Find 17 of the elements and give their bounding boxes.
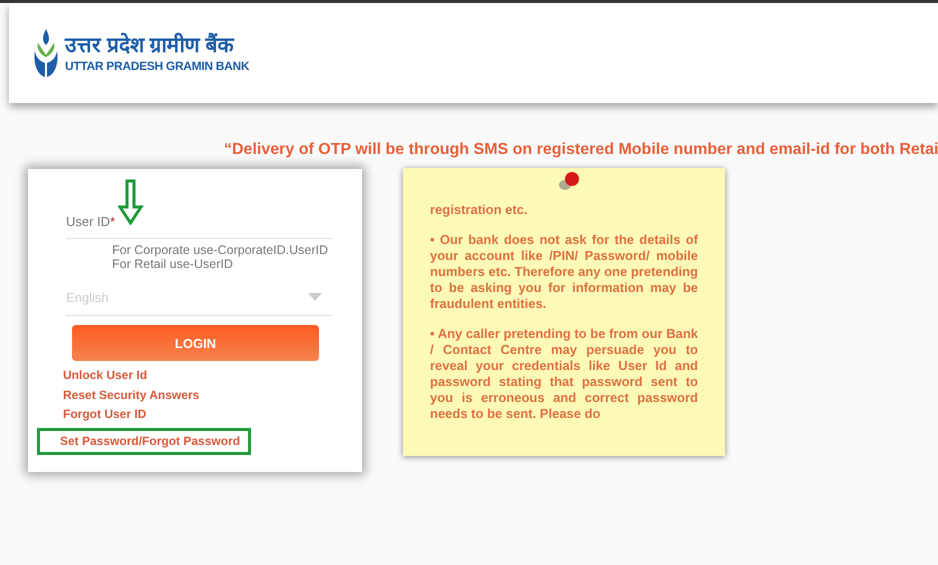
user-id-hint: For Retail use-UserID [112,257,234,271]
note-paragraph: • Any caller pretending to be from our Bank / Contact Centre may persuade you to reveal your credentials like User Id and password stating that password sent to you is erroneous and correct password needs to be sent. Please do [430,326,698,422]
account-link[interactable]: Unlock User Id [63,366,148,386]
bank-name-hindi: उत्तर प्रदेश ग्रामीण बैंक [65,33,236,59]
account-link[interactable]: Set Password/Forgot Password [37,428,252,455]
dropdown-caret-icon [308,293,322,301]
account-link[interactable]: Reset Security Answers [63,386,200,405]
login-button[interactable]: LOGIN [72,325,319,361]
user-id-field[interactable]: User ID* [66,205,332,239]
down-arrow-icon [118,179,144,225]
bank-logo-icon [33,29,59,77]
note-paragraph: • Our bank does not ask for the details of your account like /PIN/ Password/ mobile numbers etc. Therefore any one pretending to be asking you for information may be fraudulent entities. [430,232,698,312]
user-id-hint: For Corporate use-CorporateID.UserID [112,243,330,257]
account-link[interactable]: Forgot User ID [63,405,146,424]
bank-name: UTTAR PRADESH GRAMIN BANK [65,58,250,73]
otp-notice: “Delivery of OTP will be through SMS on registered Mobile number and email-id for both Retai [224,141,938,159]
note-paragraph: registration etc. [430,202,529,218]
